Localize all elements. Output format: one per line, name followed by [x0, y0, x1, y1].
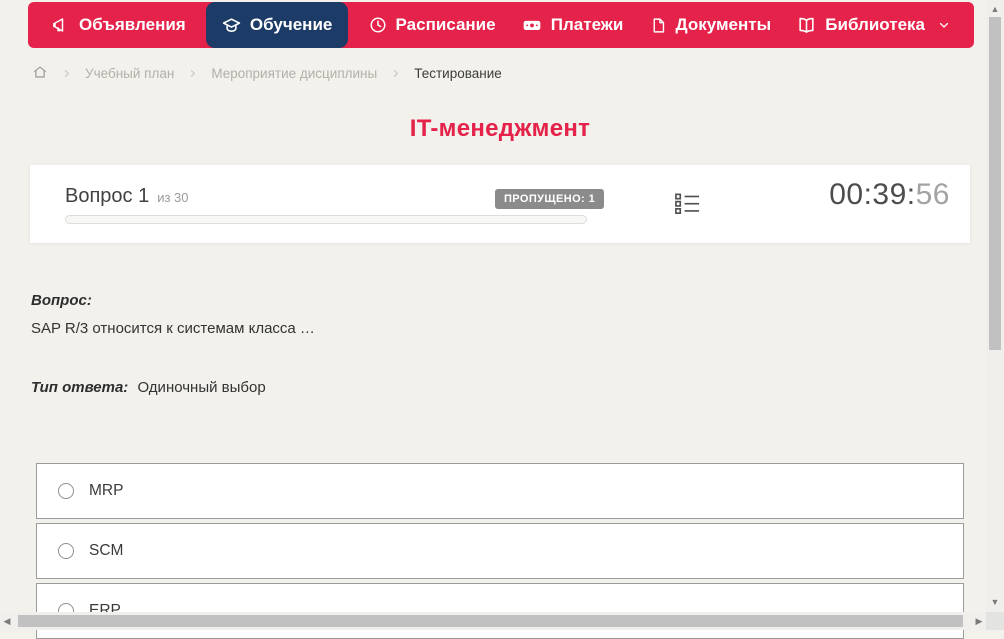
quiz-progress-bar: [65, 215, 587, 224]
question-text: SAP R/3 относится к системам класса …: [31, 320, 315, 337]
nav-tab-label: Библиотека: [825, 15, 925, 34]
chevron-right-icon: [61, 68, 72, 79]
answer-type-label: Тип ответа:: [31, 379, 129, 396]
chevron-right-icon: [187, 68, 198, 79]
breadcrumb-curriculum[interactable]: Учебный план: [85, 66, 174, 81]
question-header-panel: Вопрос 1 из 30 ПРОПУЩЕНО: 1 00:39:56: [30, 165, 970, 243]
timer-seconds: 56: [915, 178, 950, 211]
home-icon[interactable]: [32, 64, 48, 83]
scrollbar-corner: [986, 612, 1004, 630]
nav-tab-label: Обучение: [249, 15, 333, 34]
megaphone-icon: [52, 16, 70, 34]
vertical-scrollbar[interactable]: ▲ ▼: [986, 0, 1004, 612]
answer-type-row: Тип ответа: Одиночный выбор: [31, 379, 266, 396]
clock-icon: [369, 16, 387, 34]
answer-option-label: SCM: [89, 542, 124, 559]
nav-tab-payments[interactable]: Платежи: [516, 2, 630, 48]
scroll-right-icon[interactable]: ▶: [972, 617, 986, 626]
nav-tab-label: Документы: [675, 15, 772, 34]
answer-type-value: Одиночный выбор: [137, 379, 266, 396]
radio-button[interactable]: [58, 483, 74, 499]
answer-option-scm[interactable]: SCM: [36, 523, 964, 579]
main-navbar: Объявления Обучение Расписание Платежи Д…: [28, 2, 974, 48]
timer: 00:39:56: [829, 178, 950, 212]
question-block: Вопрос: SAP R/3 относится к системам кла…: [31, 292, 931, 340]
timer-hours-minutes: 00:39:: [829, 178, 916, 211]
question-total: из 30: [157, 190, 189, 205]
chevron-right-icon: [390, 68, 401, 79]
breadcrumb-testing: Тестирование: [414, 65, 502, 81]
page-title: IT-менеджмент: [409, 115, 591, 142]
question-list-icon[interactable]: [674, 191, 701, 222]
banknote-icon: [522, 15, 542, 35]
nav-tab-label: Расписание: [395, 15, 496, 34]
scroll-left-icon[interactable]: ◀: [0, 617, 14, 626]
nav-tab-documents[interactable]: Документы: [644, 2, 778, 48]
scroll-up-icon[interactable]: ▲: [986, 5, 1004, 14]
horizontal-scrollbar-thumb[interactable]: [18, 615, 963, 627]
nav-tab-learning[interactable]: Обучение: [205, 2, 349, 48]
nav-tab-schedule[interactable]: Расписание: [363, 2, 502, 48]
horizontal-scrollbar[interactable]: ◀ ▶: [0, 612, 986, 630]
answer-option-mrp[interactable]: MRP: [36, 463, 964, 519]
question-counter: Вопрос 1 из 30: [65, 185, 189, 208]
breadcrumb: Учебный план Мероприятие дисциплины Тест…: [32, 62, 502, 84]
nav-tab-announcements[interactable]: Объявления: [46, 2, 192, 48]
document-icon: [650, 17, 667, 34]
answer-option-label: MRP: [89, 482, 124, 499]
book-icon: [797, 16, 816, 35]
chevron-down-icon: [938, 19, 950, 31]
question-number: Вопрос 1: [65, 185, 150, 207]
skipped-badge: ПРОПУЩЕНО: 1: [495, 189, 605, 209]
answer-option-erp[interactable]: ERP: [36, 583, 964, 639]
graduation-cap-icon: [222, 16, 241, 35]
question-heading: Вопрос:: [31, 292, 92, 309]
nav-tab-label: Платежи: [550, 15, 624, 34]
nav-tab-library[interactable]: Библиотека: [791, 2, 956, 48]
nav-tab-label: Объявления: [79, 15, 186, 34]
radio-button[interactable]: [58, 543, 74, 559]
breadcrumb-discipline-event[interactable]: Мероприятие дисциплины: [211, 66, 377, 81]
vertical-scrollbar-thumb[interactable]: [989, 17, 1001, 350]
scroll-down-icon[interactable]: ▼: [986, 598, 1004, 607]
